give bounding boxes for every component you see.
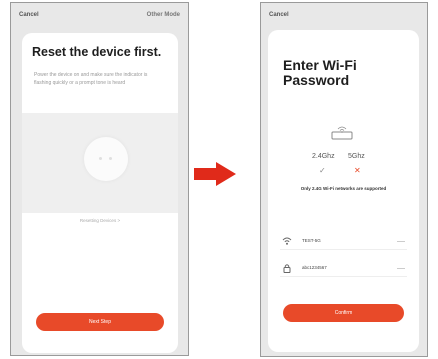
wifi-icon	[282, 237, 292, 245]
device-illustration	[22, 113, 178, 213]
top-bar: Cancel Other Mode	[11, 3, 188, 29]
reset-description: Power the device on and make sure the in…	[34, 72, 148, 86]
other-mode-button[interactable]: Other Mode	[147, 12, 180, 18]
indicator-dot	[99, 157, 102, 160]
cancel-button[interactable]: Cancel	[269, 12, 289, 18]
check-icon: ✓	[319, 166, 326, 175]
divider	[280, 249, 407, 250]
arrow-right-icon	[194, 162, 236, 186]
top-bar: Cancel	[261, 3, 427, 29]
reset-help-link[interactable]: Resetting Devices >	[22, 218, 178, 223]
indicator-dot	[109, 157, 112, 160]
band-5ghz-label: 5Ghz	[348, 153, 365, 160]
page-title: Reset the device first.	[32, 45, 162, 59]
page-title: Enter Wi-Fi Password	[283, 58, 357, 88]
supported-note: Only 2.4G Wi-Fi networks are supported	[300, 186, 387, 191]
reset-screen: Cancel Other Mode Reset the device first…	[10, 2, 189, 356]
switch-network-icon[interactable]	[397, 241, 405, 242]
wifi-password-screen: Cancel Enter Wi-Fi Password 2.4Ghz 5Ghz …	[260, 2, 428, 357]
router-icon	[331, 126, 353, 140]
confirm-button[interactable]: Confirm	[283, 304, 404, 322]
password-value: abc1234567	[302, 265, 327, 270]
divider	[280, 276, 407, 277]
reset-card: Reset the device first. Power the device…	[22, 33, 178, 353]
wifi-password-field[interactable]: abc1234567	[280, 261, 407, 277]
title-line-2: Password	[283, 72, 350, 88]
show-password-icon[interactable]	[397, 268, 405, 269]
device-icon	[84, 137, 128, 181]
wifi-ssid-field[interactable]: TEST-5G	[280, 234, 407, 250]
band-2-4ghz-label: 2.4Ghz	[312, 153, 335, 160]
ssid-value: TEST-5G	[302, 238, 321, 243]
title-line-1: Enter Wi-Fi	[283, 57, 357, 73]
next-step-button[interactable]: Next Step	[36, 313, 164, 331]
lock-icon	[283, 264, 291, 273]
wifi-card: Enter Wi-Fi Password 2.4Ghz 5Ghz ✓ ✕ Onl…	[268, 30, 419, 352]
cancel-button[interactable]: Cancel	[19, 12, 39, 18]
cross-icon: ✕	[354, 166, 361, 175]
